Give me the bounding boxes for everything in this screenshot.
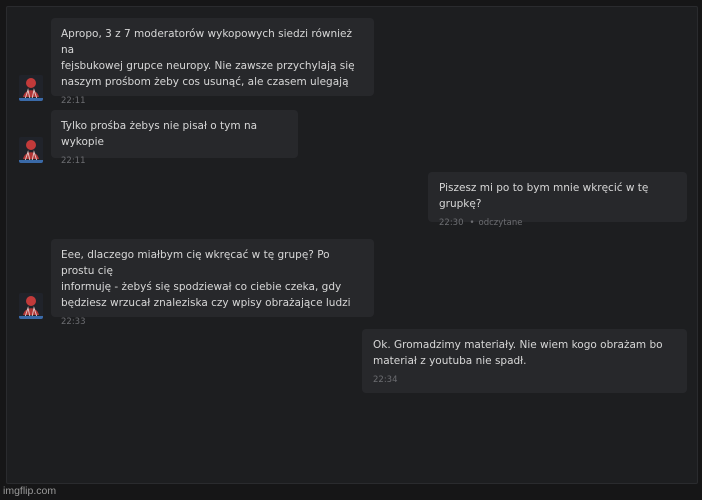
user-avatar-icon[interactable] (19, 75, 43, 101)
message-time: 22:33 (61, 317, 86, 327)
message-outgoing-1[interactable]: Piszesz mi po to bym mnie wkręcić w tę g… (428, 172, 687, 228)
message-text: Apropo, 3 z 7 moderatorów wykopowych sie… (61, 28, 355, 88)
message-time: 22:30 (439, 218, 464, 228)
message-text: Ok. Gromadzimy materiały. Nie wiem kogo … (373, 339, 663, 367)
message-text: Eee, dlaczego miałbym cię wkręcać w tę g… (61, 249, 351, 309)
user-avatar-icon[interactable] (19, 137, 43, 163)
message-time: 22:11 (61, 156, 86, 166)
chat-conversation[interactable]: Apropo, 3 z 7 moderatorów wykopowych sie… (6, 6, 698, 484)
separator-dot: • (469, 218, 475, 228)
screenshot-frame: Apropo, 3 z 7 moderatorów wykopowych sie… (0, 0, 702, 500)
message-time: 22:34 (373, 375, 398, 385)
imgflip-watermark: imgflip.com (3, 485, 57, 497)
read-status: odczytane (478, 218, 523, 228)
message-incoming-3[interactable]: Eee, dlaczego miałbym cię wkręcać w tę g… (51, 239, 374, 327)
message-text: Piszesz mi po to bym mnie wkręcić w tę g… (439, 182, 649, 210)
message-outgoing-2[interactable]: Ok. Gromadzimy materiały. Nie wiem kogo … (362, 329, 687, 393)
message-incoming-2[interactable]: Tylko prośba żebys nie pisał o tym na wy… (51, 110, 298, 166)
message-incoming-1[interactable]: Apropo, 3 z 7 moderatorów wykopowych sie… (51, 18, 374, 106)
user-avatar-icon[interactable] (19, 293, 43, 319)
message-text: Tylko prośba żebys nie pisał o tym na wy… (61, 120, 258, 148)
message-time: 22:11 (61, 96, 86, 106)
message-meta: 22:30 • odczytane (439, 218, 677, 229)
